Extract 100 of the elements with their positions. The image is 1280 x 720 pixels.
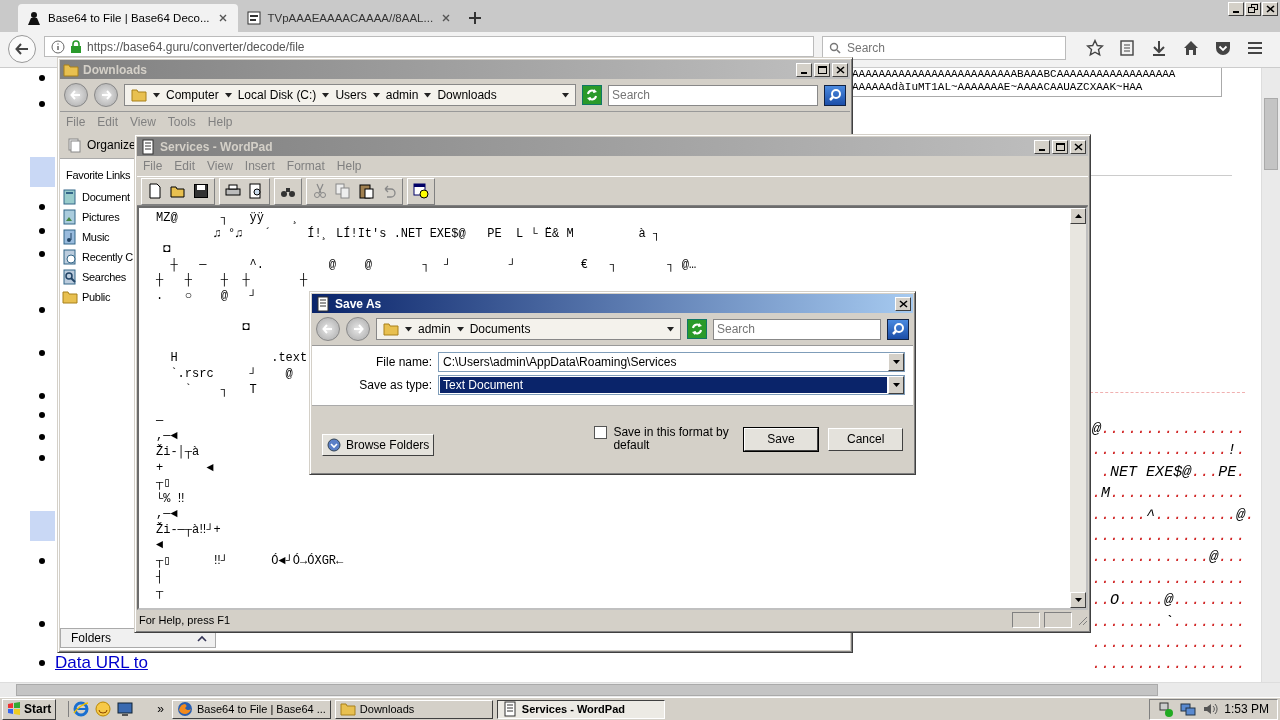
restore-button[interactable]: [1245, 2, 1261, 16]
start-button[interactable]: Start: [2, 698, 57, 720]
vertical-scrollbar[interactable]: [1070, 208, 1086, 608]
address-bar[interactable]: admin Documents: [376, 318, 681, 340]
minimize-icon: [801, 71, 807, 74]
expand-icon: [327, 438, 341, 452]
checkbox-label: Save in this format by default: [613, 426, 730, 452]
close-button[interactable]: [1262, 2, 1278, 16]
refresh-button[interactable]: [687, 319, 707, 339]
combo-box[interactable]: Text Document: [438, 375, 905, 395]
dropdown-arrow-icon[interactable]: [892, 383, 900, 387]
breadcrumb-item[interactable]: Documents: [469, 322, 531, 336]
favorite-link[interactable]: Pictures: [60, 207, 120, 227]
breadcrumb-item[interactable]: Downloads: [437, 88, 497, 102]
favorite-link[interactable]: Searches: [60, 267, 127, 287]
home-icon[interactable]: [1182, 39, 1200, 57]
back-button[interactable]: [8, 35, 36, 63]
window-title: Save As: [335, 296, 383, 311]
field-label: File name:: [374, 355, 432, 369]
close-icon: [218, 14, 227, 22]
bullet-dot: [39, 455, 45, 461]
status-text: For Help, press F1: [139, 614, 232, 626]
hex-dump-row-text: .................: [1092, 569, 1247, 590]
highlight-block: [30, 511, 55, 541]
ie-icon[interactable]: [73, 701, 90, 717]
up-arrow-icon[interactable]: [1074, 214, 1082, 218]
refresh-button[interactable]: [582, 85, 602, 105]
address-bar[interactable]: Computer Local Disk (C:) Users admin Downloads: [124, 84, 576, 106]
favorite-link[interactable]: Recently C: [60, 247, 133, 267]
bullet-dot: [39, 434, 45, 440]
pictures-icon: [62, 209, 78, 225]
breadcrumb-item[interactable]: admin: [418, 322, 451, 336]
document-line: ,─◄: [156, 429, 178, 444]
address-bar[interactable]: https://base64.guru/converter/decode/file: [44, 36, 814, 57]
status-panel: [1044, 612, 1072, 628]
field-value: C:\Users\admin\AppData\Roaming\Services: [442, 354, 678, 370]
search-field[interactable]: Search: [713, 318, 881, 340]
page-link[interactable]: Data URL to: [55, 653, 148, 673]
document-line: `.rsrc ┘ @: [169, 366, 293, 383]
saved-search-icon: [62, 269, 78, 285]
bullet-dot: [39, 621, 45, 627]
favorite-link[interactable]: Public: [60, 287, 111, 307]
download-icon[interactable]: [1150, 39, 1168, 57]
document-line: ♫ °♫ ´ Í!¸ LÍ!It's .NET EXE$@ PE L └ Ë& M à ┐: [212, 226, 661, 243]
browser-tab[interactable]: Base64 to File | Base64 Deco...: [18, 4, 238, 32]
search-icon: [829, 42, 841, 54]
search-button[interactable]: [887, 318, 909, 340]
browser-tab[interactable]: TVpAAAEAAAACAAAA//8AAL...: [237, 4, 462, 32]
paste-icon: [358, 183, 374, 199]
caret-icon: [424, 92, 432, 98]
text-area[interactable]: AAAAAAAAAAAAAAAAAAAAAAAAABAAABCAAAAAAAAAAAAAAAAAA AAAAAAdàIuMT1AL~AAAAAAAE~AAAACAAUAZCXAAK~HAA: [852, 68, 1222, 97]
forward-button[interactable]: [94, 83, 118, 107]
messenger-icon[interactable]: [95, 701, 112, 717]
breadcrumb-item[interactable]: Computer: [166, 88, 219, 102]
vertical-scrollbar[interactable]: [1261, 68, 1280, 682]
document-line: ┬▯ ‼┘ Ó◄┘Ó→ÓXGR←: [156, 554, 344, 570]
resize-grip-icon: [1076, 614, 1088, 626]
cut-icon: [312, 183, 328, 199]
search-field[interactable]: Search: [822, 36, 1066, 60]
pocket-icon[interactable]: [1214, 39, 1232, 57]
menu-icon[interactable]: [1246, 39, 1264, 57]
document-line: ,─◄: [156, 507, 178, 522]
back-arrow-icon: [70, 89, 82, 101]
favorite-link[interactable]: Music: [60, 227, 110, 247]
bullet-dot: [39, 101, 45, 107]
taskbar-button[interactable]: Services - WordPad: [496, 699, 665, 719]
music-icon: [62, 229, 78, 245]
desktop-icon[interactable]: [117, 701, 134, 717]
bullet-dot: [39, 251, 45, 257]
search-field[interactable]: Search: [608, 84, 818, 106]
taskbar-button[interactable]: Downloads: [334, 699, 493, 719]
dialog-button[interactable]: Cancel: [828, 427, 903, 451]
horizontal-scrollbar[interactable]: [0, 682, 1280, 697]
favorite-link[interactable]: Document: [60, 187, 130, 207]
bookmark-star-icon[interactable]: [1086, 39, 1104, 57]
forward-button[interactable]: [346, 317, 370, 341]
pages-icon: [66, 137, 82, 153]
folder-icon: [131, 87, 147, 103]
browse-folders-button[interactable]: Browse Folders: [322, 434, 435, 456]
taskbar-button[interactable]: Base64 to File | Base64 ...: [172, 699, 331, 719]
search-button[interactable]: [824, 84, 846, 106]
caret-icon: [405, 326, 412, 332]
dialog-button[interactable]: Save: [743, 427, 819, 451]
breadcrumb-item[interactable]: Local Disk (C:): [237, 88, 317, 102]
checkbox[interactable]: [594, 426, 608, 439]
minimize-button[interactable]: [1228, 2, 1244, 16]
breadcrumb-item[interactable]: admin: [385, 88, 419, 102]
reading-list-icon[interactable]: [1118, 39, 1136, 57]
combo-box[interactable]: C:\Users\admin\AppData\Roaming\Services: [438, 352, 905, 372]
network-icon[interactable]: [1180, 701, 1197, 717]
breadcrumb-item[interactable]: Users: [335, 88, 367, 102]
document-line: + ◄: [156, 460, 214, 477]
document-line: Ži-─┬à‼┘+: [156, 522, 221, 539]
volume-icon[interactable]: [1202, 701, 1219, 717]
organize-button[interactable]: Organize: [66, 137, 136, 153]
dropdown-arrow-icon[interactable]: [892, 360, 900, 364]
network-icon[interactable]: [1158, 701, 1175, 717]
close-button[interactable]: [895, 296, 911, 311]
down-arrow-icon[interactable]: [1074, 598, 1082, 602]
more-button[interactable]: »: [157, 702, 165, 716]
